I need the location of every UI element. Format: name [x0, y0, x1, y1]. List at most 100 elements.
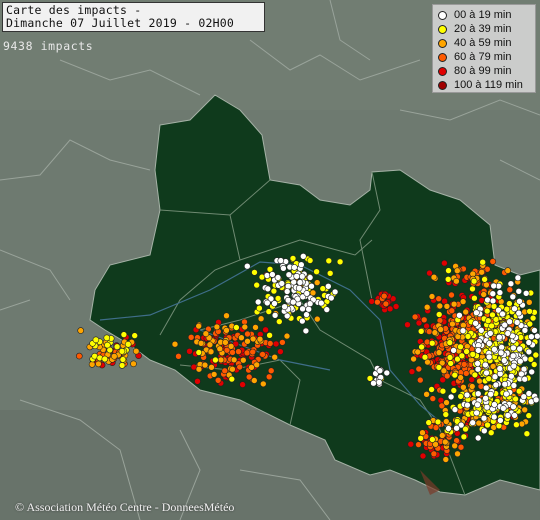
strike-marker: [297, 261, 305, 269]
legend-label: 40 à 59 min: [454, 37, 512, 49]
strike-marker: [516, 297, 523, 305]
strike-marker: [525, 348, 533, 356]
strike-marker: [483, 369, 490, 377]
strike-marker: [489, 311, 496, 319]
strike-marker: [299, 305, 306, 313]
strike-marker: [175, 352, 182, 360]
strike-marker: [283, 332, 291, 340]
strike-marker: [460, 383, 467, 391]
strike-marker: [484, 296, 491, 304]
strike-marker: [296, 279, 304, 286]
strike-marker: [515, 287, 523, 295]
strike-marker: [216, 345, 224, 353]
strike-marker: [483, 403, 491, 411]
strike-marker: [443, 302, 451, 310]
strike-marker: [263, 299, 271, 307]
strike-marker: [463, 391, 471, 399]
strike-marker: [278, 280, 286, 287]
legend-item: 20 à 39 min: [438, 22, 535, 36]
strike-marker: [528, 333, 535, 341]
strike-marker: [474, 360, 481, 367]
strike-marker: [497, 417, 504, 424]
strike-marker: [236, 363, 243, 371]
lightning-map[interactable]: Carte des impacts - Dimanche 07 Juillet …: [0, 0, 540, 520]
strike-marker: [474, 390, 482, 398]
strike-marker: [269, 271, 276, 278]
legend: 00 à 19 min 20 à 39 min 40 à 59 min 60 à 79…: [432, 4, 536, 93]
strike-marker: [472, 319, 479, 327]
strike-marker: [532, 396, 540, 404]
strike-marker: [249, 348, 256, 356]
strike-marker: [313, 315, 321, 323]
strike-marker: [470, 277, 478, 285]
strike-marker: [510, 344, 517, 352]
strike-marker: [76, 352, 83, 360]
strike-marker: [410, 355, 417, 363]
strike-marker: [392, 303, 400, 310]
legend-dot-icon: [438, 80, 447, 90]
strike-marker: [251, 269, 258, 276]
strike-marker: [104, 341, 111, 349]
strike-marker: [243, 349, 251, 357]
strike-marker: [510, 362, 518, 370]
strike-marker: [516, 357, 524, 365]
strike-marker: [289, 298, 297, 306]
strike-marker: [511, 412, 518, 419]
strike-marker: [298, 317, 306, 325]
strike-marker: [486, 330, 494, 337]
strike-marker: [479, 258, 487, 266]
strike-marker: [272, 340, 280, 348]
strike-marker: [491, 345, 498, 353]
strike-marker: [428, 293, 436, 300]
strike-marker: [471, 371, 479, 379]
strike-marker: [380, 292, 388, 300]
strike-marker: [445, 425, 452, 432]
strike-marker: [490, 413, 498, 421]
strike-marker: [208, 363, 215, 371]
strike-marker: [441, 259, 448, 267]
strike-marker: [489, 297, 497, 305]
strike-marker: [528, 368, 536, 376]
strike-marker: [521, 406, 529, 414]
strike-marker: [323, 306, 331, 313]
strike-marker: [244, 262, 251, 270]
strike-marker: [298, 273, 306, 280]
strike-marker: [474, 347, 482, 354]
strike-marker: [252, 324, 259, 331]
strike-marker: [522, 289, 530, 297]
strike-marker: [471, 294, 478, 302]
credit-text: © Association Météo Centre - DonneesMété…: [15, 500, 235, 514]
strike-marker: [439, 387, 447, 395]
strike-marker: [408, 368, 416, 375]
strike-marker: [446, 354, 454, 361]
strike-marker: [434, 418, 442, 426]
strike-marker: [223, 312, 230, 320]
strike-marker: [495, 422, 503, 430]
strike-marker: [262, 326, 269, 334]
strike-marker: [529, 314, 537, 322]
strike-marker: [275, 318, 283, 325]
strike-marker: [525, 412, 533, 419]
strike-marker: [531, 327, 538, 334]
strike-marker: [525, 339, 533, 346]
strike-marker: [504, 267, 512, 274]
strike-marker: [103, 334, 111, 342]
strike-marker: [513, 319, 521, 326]
strike-marker: [446, 339, 454, 346]
strike-marker: [515, 309, 523, 317]
strike-marker: [458, 352, 466, 360]
strike-marker: [501, 380, 509, 388]
strike-marker: [450, 300, 458, 308]
strike-marker: [468, 383, 476, 390]
strike-marker: [256, 304, 263, 312]
strike-marker: [460, 433, 468, 441]
strike-marker: [498, 343, 505, 351]
strike-marker: [241, 323, 249, 331]
strike-marker: [520, 393, 528, 401]
strike-marker: [415, 441, 422, 448]
legend-label: 100 à 119 min: [454, 79, 523, 91]
strike-marker: [510, 382, 518, 389]
legend-dot-icon: [438, 38, 447, 48]
strike-marker: [435, 311, 443, 318]
strike-marker: [508, 372, 515, 380]
